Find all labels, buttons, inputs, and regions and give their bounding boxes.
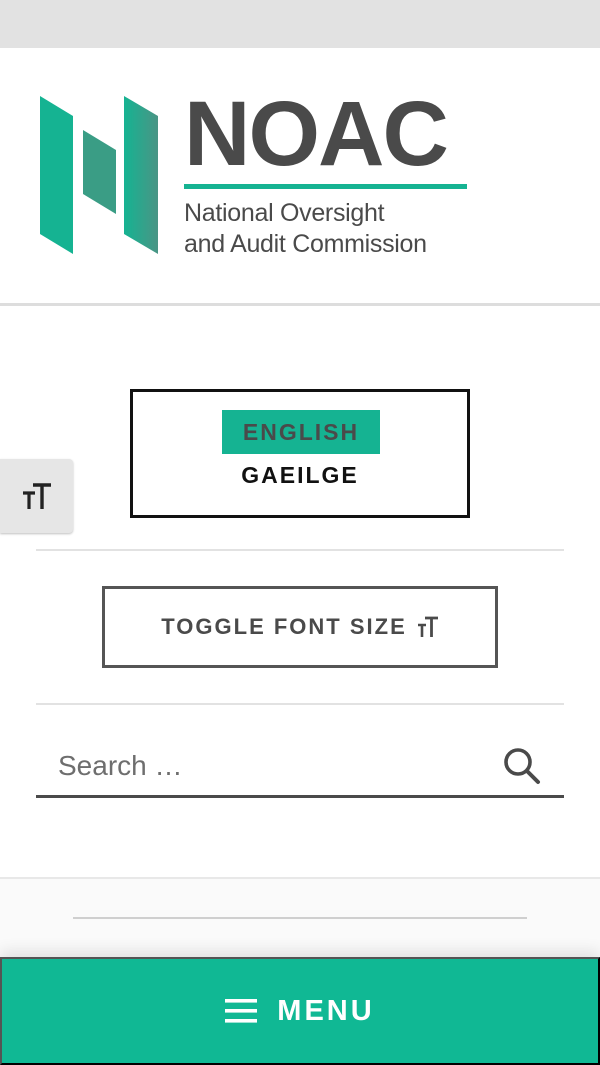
search-form — [36, 736, 564, 798]
menu-button[interactable]: MENU — [0, 957, 600, 1065]
logo-subtitle-line1: National Oversight — [184, 199, 385, 227]
top-strip — [0, 0, 600, 48]
site-header: NOAC National Oversight and Audit Commis… — [0, 48, 600, 306]
noac-logo-mark-icon — [40, 96, 158, 254]
menu-label: MENU — [277, 994, 375, 1027]
noac-logo-link[interactable]: NOAC National Oversight and Audit Commis… — [38, 88, 478, 266]
divider — [36, 549, 564, 551]
divider — [36, 703, 564, 705]
toggle-font-size-label: TOGGLE FONT SIZE — [161, 614, 407, 639]
font-size-tab[interactable] — [0, 459, 73, 533]
logo-rule — [184, 184, 467, 189]
logo-subtitle-line2: and Audit Commission — [184, 230, 427, 258]
search-icon[interactable] — [502, 746, 542, 791]
footer-rule — [73, 917, 527, 919]
text-size-icon — [22, 483, 51, 509]
toggle-font-size-button[interactable]: TOGGLE FONT SIZE — [102, 586, 498, 668]
text-size-icon — [417, 616, 438, 637]
hamburger-icon — [225, 999, 258, 1023]
search-input[interactable] — [36, 736, 496, 796]
logo-wordmark: NOAC — [184, 83, 449, 185]
language-english-link[interactable]: ENGLISH — [222, 410, 380, 454]
language-gaeilge-link[interactable]: GAEILGE — [133, 462, 467, 489]
footer-band — [0, 877, 600, 957]
language-switcher: ENGLISH GAEILGE — [130, 389, 470, 518]
